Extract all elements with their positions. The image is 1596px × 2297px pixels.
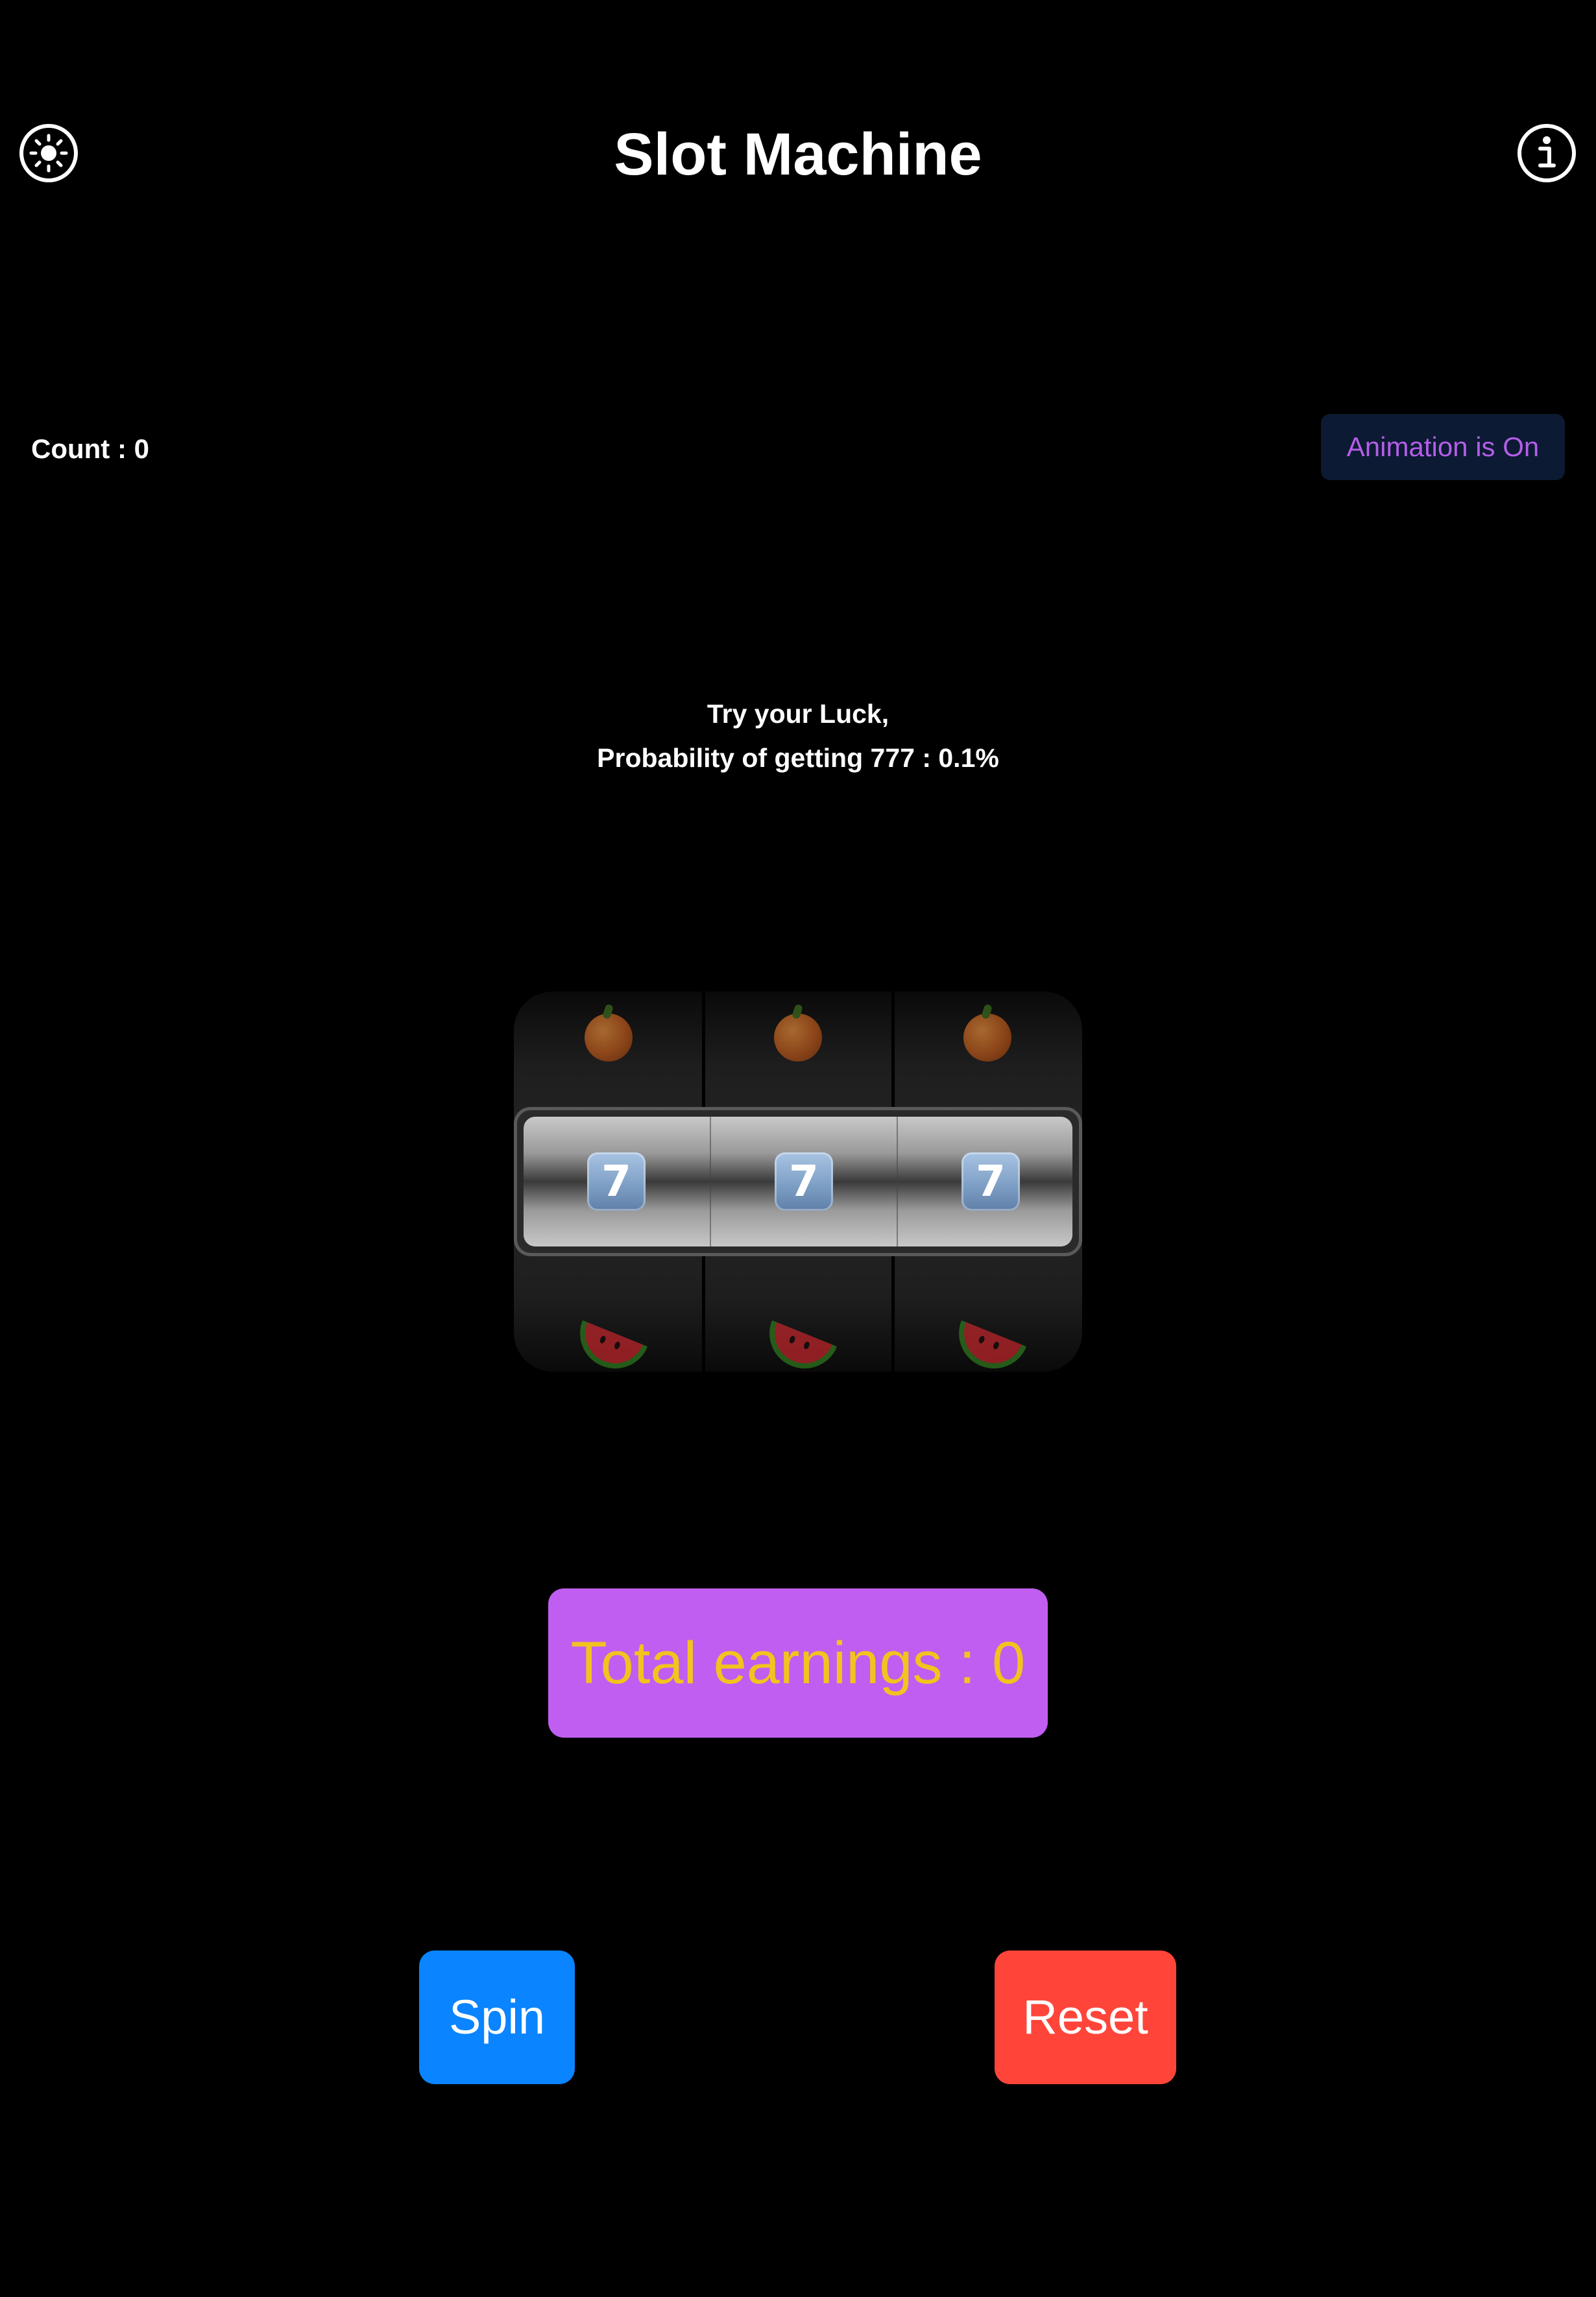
watermelon-icon [893, 1303, 1082, 1372]
luck-prompt: Try your Luck, Probability of getting 77… [0, 692, 1596, 780]
watermelon-icon [703, 1303, 893, 1372]
page-title: Slot Machine [614, 121, 982, 188]
payline-window: 7 7 7 [524, 1117, 1072, 1246]
orange-icon [893, 995, 1082, 1073]
orange-icon [514, 995, 703, 1073]
prompt-line-1: Try your Luck, [707, 699, 889, 729]
count-label: Count : 0 [31, 433, 149, 464]
animation-toggle-button[interactable]: Animation is On [1321, 414, 1565, 480]
payline-cell-3: 7 [897, 1117, 1072, 1246]
payline-cell-1: 7 [524, 1117, 709, 1246]
info-button[interactable] [1516, 123, 1577, 184]
orange-icon [703, 995, 893, 1073]
payline-selector: 7 7 7 [514, 1107, 1082, 1256]
info-icon [1517, 124, 1576, 182]
seven-keycap-icon: 7 [587, 1152, 646, 1211]
reset-button[interactable]: Reset [995, 1951, 1176, 2084]
seven-keycap-icon: 7 [775, 1152, 833, 1211]
seven-keycap-icon: 7 [961, 1152, 1020, 1211]
probability-text: Probability of getting 777 : 0.1% [597, 743, 999, 773]
watermelon-icon [514, 1303, 703, 1372]
total-earnings-label: Total earnings : 0 [548, 1588, 1048, 1738]
payline-cell-2: 7 [710, 1117, 897, 1246]
spin-button[interactable]: Spin [419, 1951, 575, 2084]
